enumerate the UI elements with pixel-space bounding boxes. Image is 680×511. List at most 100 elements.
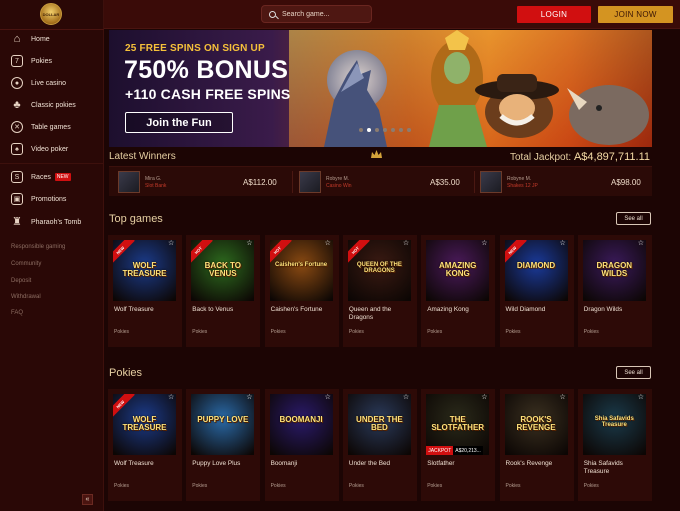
game-card[interactable]: WOLF TREASURE NEW ☆ Wolf Treasure Pokies	[108, 389, 182, 501]
carousel-dot[interactable]	[359, 128, 363, 132]
collapse-sidebar-button[interactable]: «	[82, 494, 93, 505]
winner-game-thumbnail	[480, 171, 502, 193]
carousel-dot[interactable]	[399, 128, 403, 132]
sidebar-item-classic-pokies[interactable]: ♣ Classic pokies	[11, 98, 75, 112]
game-card[interactable]: UNDER THE BED ☆ Under the Bed Pokies	[342, 389, 417, 501]
favorite-star-icon[interactable]: ☆	[403, 240, 409, 247]
sidebar-item-home[interactable]: ⌂ Home	[11, 32, 50, 46]
game-thumbnail[interactable]: UNDER THE BED	[347, 394, 411, 455]
winner-name: Robyne M.	[507, 175, 532, 182]
game-title[interactable]: Rook's Revenge	[506, 460, 572, 468]
game-thumbnail[interactable]: WOLF TREASURE NEW	[113, 394, 176, 455]
game-thumbnail[interactable]: PUPPY LOVE	[191, 394, 255, 455]
game-title[interactable]: Boomanji	[271, 460, 337, 468]
game-title[interactable]: Wolf Treasure	[114, 306, 180, 314]
game-title[interactable]: Wild Diamond	[506, 306, 572, 314]
game-card[interactable]: ROOK'S REVENGE ☆ Rook's Revenge Pokies	[499, 389, 574, 501]
game-thumbnail[interactable]: BACK TO VENUS HOT	[191, 240, 255, 301]
game-title[interactable]: Wolf Treasure	[114, 460, 180, 468]
game-logo-text: WOLF TREASURE	[122, 415, 167, 432]
game-thumbnail[interactable]: QUEEN OF THE DRAGONS HOT	[347, 240, 411, 301]
favorite-star-icon[interactable]: ☆	[560, 240, 566, 247]
sidebar-item-pokies[interactable]: 7 Pokies	[11, 54, 52, 68]
pharaoh-icon: ♜	[12, 215, 22, 228]
game-card[interactable]: PUPPY LOVE ☆ Puppy Love Plus Pokies	[186, 389, 261, 501]
game-card[interactable]: THE SLOTFATHER JACKPOT A$20,213... ☆ Slotfat…	[421, 389, 496, 501]
game-title[interactable]: Caishen's Fortune	[271, 306, 337, 314]
sub-link-responsible-gaming[interactable]: Responsible gaming	[11, 244, 65, 250]
favorite-star-icon[interactable]: ☆	[325, 394, 331, 401]
winner-item[interactable]: Robyre M. Casino Win	[299, 170, 352, 194]
favorite-star-icon[interactable]: ☆	[325, 240, 331, 247]
login-button[interactable]: LOGIN	[517, 6, 591, 23]
game-title[interactable]: Under the Bed	[349, 460, 415, 468]
carousel-dot[interactable]	[375, 128, 379, 132]
game-card[interactable]: DRAGON WILDS ☆ Dragon Wilds Pokies	[577, 235, 652, 347]
carousel-dot[interactable]	[383, 128, 387, 132]
favorite-star-icon[interactable]: ☆	[481, 394, 487, 401]
game-thumbnail[interactable]: DIAMOND NEW	[504, 240, 568, 301]
game-category: Pokies	[427, 483, 443, 489]
game-card[interactable]: DIAMOND NEW ☆ Wild Diamond Pokies	[499, 235, 574, 347]
game-category: Pokies	[505, 483, 521, 489]
winner-game: Casino Win	[326, 182, 352, 189]
search-input[interactable]: Search game...	[261, 5, 372, 23]
pokies-see-all-button[interactable]: See all	[616, 366, 651, 379]
game-thumbnail[interactable]: Caishen's Fortune HOT	[269, 240, 333, 301]
winner-item[interactable]: Mira G. Slot Bank	[118, 170, 166, 194]
promo-banner[interactable]: 25 FREE SPINS ON SIGN UP 750% BONUS +110…	[109, 30, 652, 147]
game-thumbnail[interactable]: AMAZING KONG	[426, 240, 490, 301]
favorite-star-icon[interactable]: ☆	[403, 394, 409, 401]
sub-link-withdrawal[interactable]: Withdrawal	[11, 294, 41, 300]
sidebar-item-live-casino[interactable]: ● Live casino	[11, 76, 66, 90]
sidebar-item-video-poker[interactable]: ♠ Video poker	[11, 142, 68, 156]
game-title[interactable]: Dragon Wilds	[584, 306, 650, 314]
game-logo-text: Caishen's Fortune	[275, 262, 328, 268]
game-card[interactable]: AMAZING KONG ☆ Amazing Kong Pokies	[421, 235, 496, 347]
game-card[interactable]: Shia Safavids Treasure ☆ Shia Safavids Tre…	[577, 389, 652, 501]
sub-link-deposit[interactable]: Deposit	[11, 278, 31, 284]
sidebar-item-table-games[interactable]: ✕ Table games	[11, 120, 71, 134]
sidebar-item-promotions[interactable]: ▣ Promotions	[11, 192, 66, 206]
carousel-dot-active[interactable]	[367, 128, 371, 132]
game-thumbnail[interactable]: BOOMANJI	[269, 394, 333, 455]
top-games-see-all-button[interactable]: See all	[616, 212, 651, 225]
total-jackpot: Total Jackpot: A$4,897,711.11	[510, 151, 650, 163]
game-title[interactable]: Queen and the Dragons	[349, 306, 415, 322]
pokies-icon: 7	[11, 55, 23, 67]
join-now-button[interactable]: JOIN NOW	[598, 6, 673, 23]
game-card[interactable]: BACK TO VENUS HOT ☆ Back to Venus Pokies	[186, 235, 261, 347]
favorite-star-icon[interactable]: ☆	[638, 240, 644, 247]
sub-link-faq[interactable]: FAQ	[11, 310, 23, 316]
favorite-star-icon[interactable]: ☆	[246, 240, 252, 247]
game-thumbnail[interactable]: DRAGON WILDS	[582, 240, 646, 301]
favorite-star-icon[interactable]: ☆	[638, 394, 644, 401]
game-title[interactable]: Amazing Kong	[427, 306, 493, 314]
game-card[interactable]: QUEEN OF THE DRAGONS HOT ☆ Queen and the Dr…	[342, 235, 417, 347]
carousel-dot[interactable]	[391, 128, 395, 132]
favorite-star-icon[interactable]: ☆	[246, 394, 252, 401]
join-the-fun-button[interactable]: Join the Fun	[125, 112, 233, 133]
favorite-star-icon[interactable]: ☆	[560, 394, 566, 401]
game-title[interactable]: Puppy Love Plus	[192, 460, 258, 468]
sidebar-item-pharaohs-tomb[interactable]: ♜ Pharaoh's Tomb	[11, 215, 81, 229]
favorite-star-icon[interactable]: ☆	[168, 240, 174, 247]
game-title[interactable]: Slotfather	[427, 460, 493, 468]
favorite-star-icon[interactable]: ☆	[168, 394, 174, 401]
game-card[interactable]: WOLF TREASURE NEW ☆ Wolf Treasure Pokies	[108, 235, 182, 347]
casino-logo[interactable]: DOLLAR	[40, 3, 62, 25]
favorite-star-icon[interactable]: ☆	[481, 240, 487, 247]
game-thumbnail[interactable]: WOLF TREASURE NEW	[113, 240, 176, 301]
game-title[interactable]: Shia Safavids Treasure	[584, 460, 650, 476]
sub-link-community[interactable]: Community	[11, 261, 41, 267]
top-bar: Search game... LOGIN JOIN NOW	[104, 0, 680, 29]
game-thumbnail[interactable]: Shia Safavids Treasure	[582, 394, 646, 455]
game-title[interactable]: Back to Venus	[192, 306, 258, 314]
game-thumbnail[interactable]: ROOK'S REVENGE	[504, 394, 568, 455]
carousel-dot[interactable]	[407, 128, 411, 132]
game-card[interactable]: BOOMANJI ☆ Boomanji Pokies	[264, 389, 339, 501]
game-card[interactable]: Caishen's Fortune HOT ☆ Caishen's Fortune Po…	[264, 235, 339, 347]
winner-item[interactable]: Robyne M. Shakes 12 JP	[480, 170, 538, 194]
sidebar-item-races[interactable]: S Races NEW	[11, 170, 71, 184]
winner-amount: A$98.00	[611, 178, 641, 187]
